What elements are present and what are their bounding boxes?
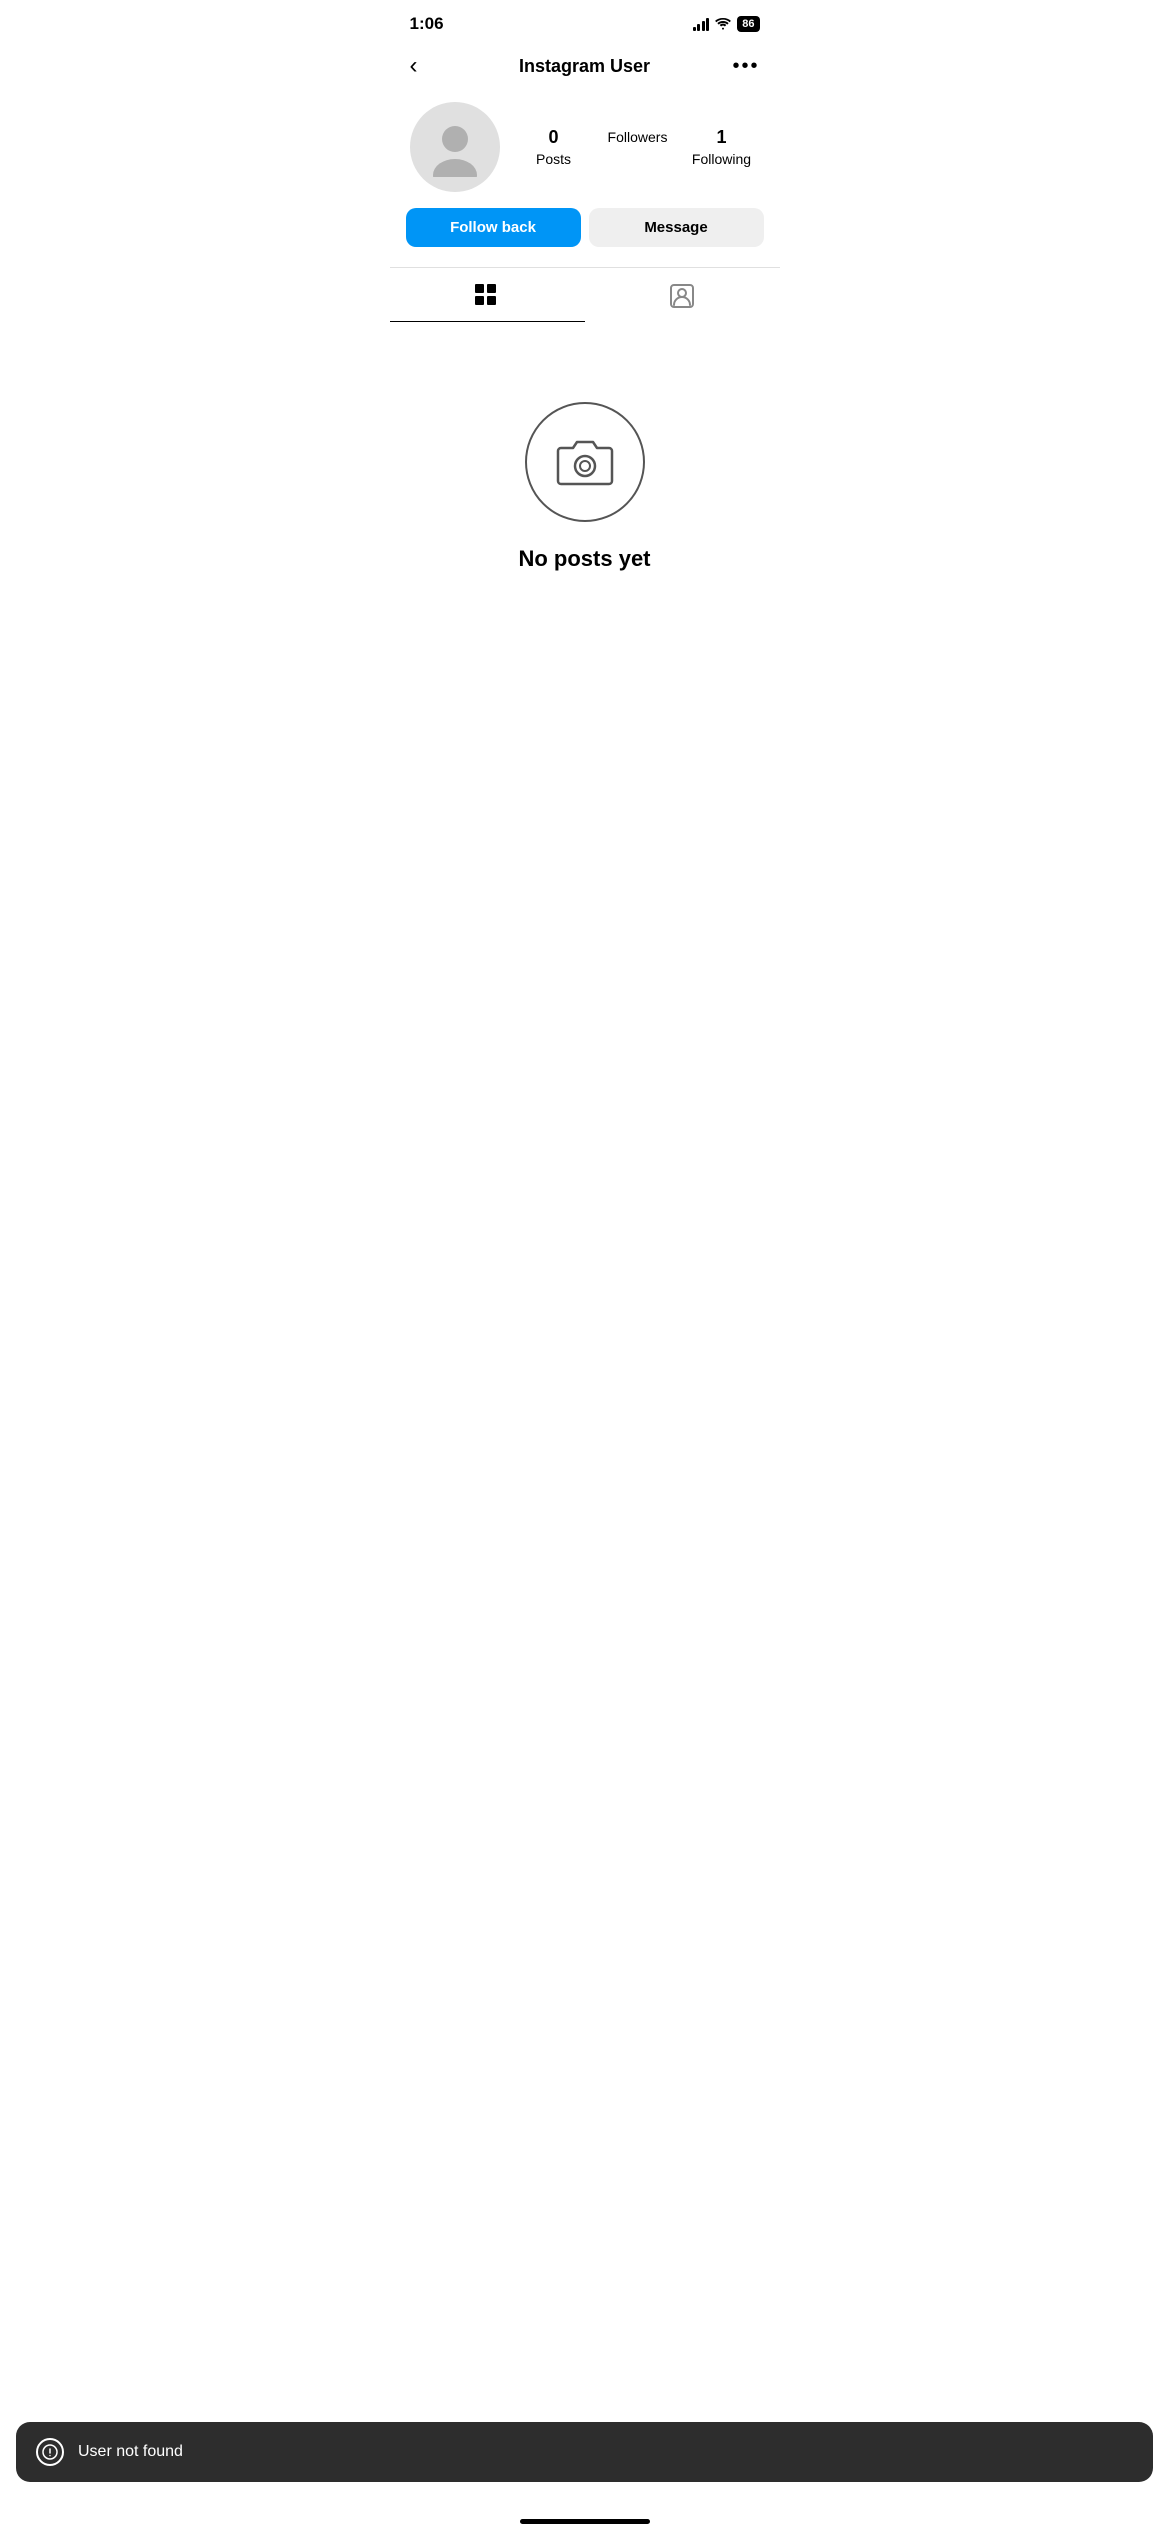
action-buttons: Follow back Message [390,208,780,263]
signal-icon [693,17,710,31]
tab-grid[interactable] [390,268,585,322]
no-posts-label: No posts yet [518,546,650,572]
following-stat[interactable]: 1 Following [692,127,752,167]
message-button[interactable]: Message [589,208,764,247]
tab-bar [390,267,780,322]
grid-icon [473,282,501,310]
avatar-placeholder-icon [425,117,485,177]
home-indicator [520,2519,650,2524]
camera-circle [525,402,645,522]
avatar [410,102,500,192]
tagged-icon [668,282,696,310]
status-icons: 86 [693,16,760,32]
content-area: No posts yet [390,322,780,672]
more-options-button[interactable]: ••• [720,55,760,78]
tab-tagged[interactable] [585,268,780,322]
posts-stat[interactable]: 0 Posts [524,127,584,167]
nav-bar: ‹ Instagram User ••• [390,42,780,90]
followers-stat[interactable]: Followers [608,127,668,145]
status-time: 1:06 [410,14,444,34]
back-button[interactable]: ‹ [410,52,450,80]
camera-icon [555,436,615,488]
profile-section: 0 Posts Followers 1 Following [390,90,780,208]
wifi-icon [715,18,731,30]
toast-warning-icon [36,2438,64,2466]
following-count: 1 [716,127,726,149]
toast-bar: User not found [16,2422,1153,2482]
toast-message: User not found [78,2443,183,2461]
posts-label: Posts [536,151,571,167]
page-title: Instagram User [519,56,650,77]
stats-row: 0 Posts Followers 1 Following [524,127,752,167]
avatar-container [410,102,500,192]
posts-count: 0 [548,127,558,149]
battery-indicator: 86 [737,16,759,32]
status-bar: 1:06 86 [390,0,780,42]
follow-back-button[interactable]: Follow back [406,208,581,247]
followers-label: Followers [608,129,668,145]
following-label: Following [692,151,751,167]
